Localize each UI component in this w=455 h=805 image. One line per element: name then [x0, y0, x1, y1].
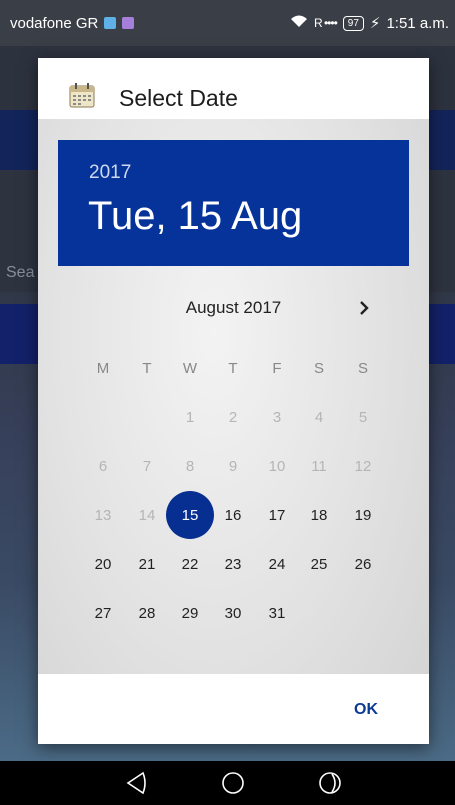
- calendar-day: 2: [228, 408, 238, 426]
- calendar-day[interactable]: 19: [343, 495, 383, 535]
- weekday-header: W: [182, 359, 198, 377]
- calendar-day[interactable]: 17: [257, 495, 297, 535]
- carrier-name: vodafone GR: [10, 14, 99, 32]
- status-right: R •••• 97 ⚡ 1:51 a.m.: [290, 14, 449, 32]
- calendar-day[interactable]: 30: [213, 593, 253, 633]
- calendar-day: 3: [272, 408, 282, 426]
- battery-level: 97: [342, 15, 364, 31]
- home-icon: [222, 772, 244, 794]
- calendar-day[interactable]: 20: [83, 544, 123, 584]
- selected-day[interactable]: 15: [166, 491, 214, 539]
- calendar-day: 4: [314, 408, 324, 426]
- calendar-day[interactable]: 28: [127, 593, 167, 633]
- clock: 1:51 a.m.: [386, 14, 449, 32]
- navigation-bar: [0, 761, 455, 805]
- weekday-header: M: [96, 359, 110, 377]
- calendar-day: 14: [138, 506, 156, 524]
- date-picker-dialog: Select Date 2017 Tue, 15 Aug August 2017…: [38, 58, 429, 744]
- home-button[interactable]: [221, 771, 245, 795]
- weekday-header: T: [228, 359, 238, 377]
- back-icon: [126, 771, 146, 795]
- calendar-day[interactable]: 23: [213, 544, 253, 584]
- gallery-icon: [122, 17, 135, 29]
- calendar-day[interactable]: 29: [170, 593, 210, 633]
- weekday-header: S: [313, 359, 324, 377]
- notification-icon: [104, 17, 117, 29]
- selected-date-label[interactable]: Tue, 15 Aug: [88, 194, 302, 239]
- dialog-footer: OK: [38, 674, 429, 744]
- dialog-header: Select Date: [38, 58, 429, 119]
- calendar-day: 7: [142, 457, 152, 475]
- calendar-day: 11: [311, 457, 327, 475]
- weekday-header: T: [142, 359, 152, 377]
- calendar-day[interactable]: 31: [257, 593, 297, 633]
- calendar-day: 12: [354, 457, 372, 475]
- charging-icon: ⚡: [369, 15, 381, 32]
- calendar-day: 9: [228, 457, 238, 475]
- calendar-day: 10: [268, 457, 286, 475]
- year-label[interactable]: 2017: [89, 162, 131, 184]
- next-month-button[interactable]: [352, 296, 376, 320]
- calendar-day[interactable]: 22: [170, 544, 210, 584]
- selected-date-banner: 2017 Tue, 15 Aug: [58, 140, 409, 266]
- calendar-day: 1: [185, 408, 195, 426]
- signal-indicator: R ••••: [313, 16, 338, 30]
- calendar-day: 8: [185, 457, 195, 475]
- status-bar: vodafone GR R •••• 97 ⚡ 1:51 a.m.: [0, 0, 455, 46]
- weekday-header: F: [272, 359, 282, 377]
- calendar-day[interactable]: 25: [299, 544, 339, 584]
- calendar-day: 6: [98, 457, 108, 475]
- recents-button[interactable]: [318, 771, 342, 795]
- calendar-day[interactable]: 18: [299, 495, 339, 535]
- calendar-day[interactable]: 16: [213, 495, 253, 535]
- dialog-title: Select Date: [119, 85, 238, 111]
- weekday-header: S: [357, 359, 368, 377]
- calendar-day[interactable]: 21: [127, 544, 167, 584]
- calendar-day[interactable]: 24: [257, 544, 297, 584]
- calendar-day: 13: [94, 506, 112, 524]
- background-partial-label: Sea: [6, 264, 35, 281]
- back-button[interactable]: [124, 771, 148, 795]
- ok-button[interactable]: OK: [354, 701, 378, 719]
- calendar-icon: [69, 82, 95, 108]
- calendar-day[interactable]: 27: [83, 593, 123, 633]
- calendar-day: 5: [358, 408, 368, 426]
- wifi-icon: [290, 14, 308, 32]
- recents-icon: [319, 772, 341, 794]
- chevron-right-icon: [360, 301, 369, 315]
- calendar-day[interactable]: 26: [343, 544, 383, 584]
